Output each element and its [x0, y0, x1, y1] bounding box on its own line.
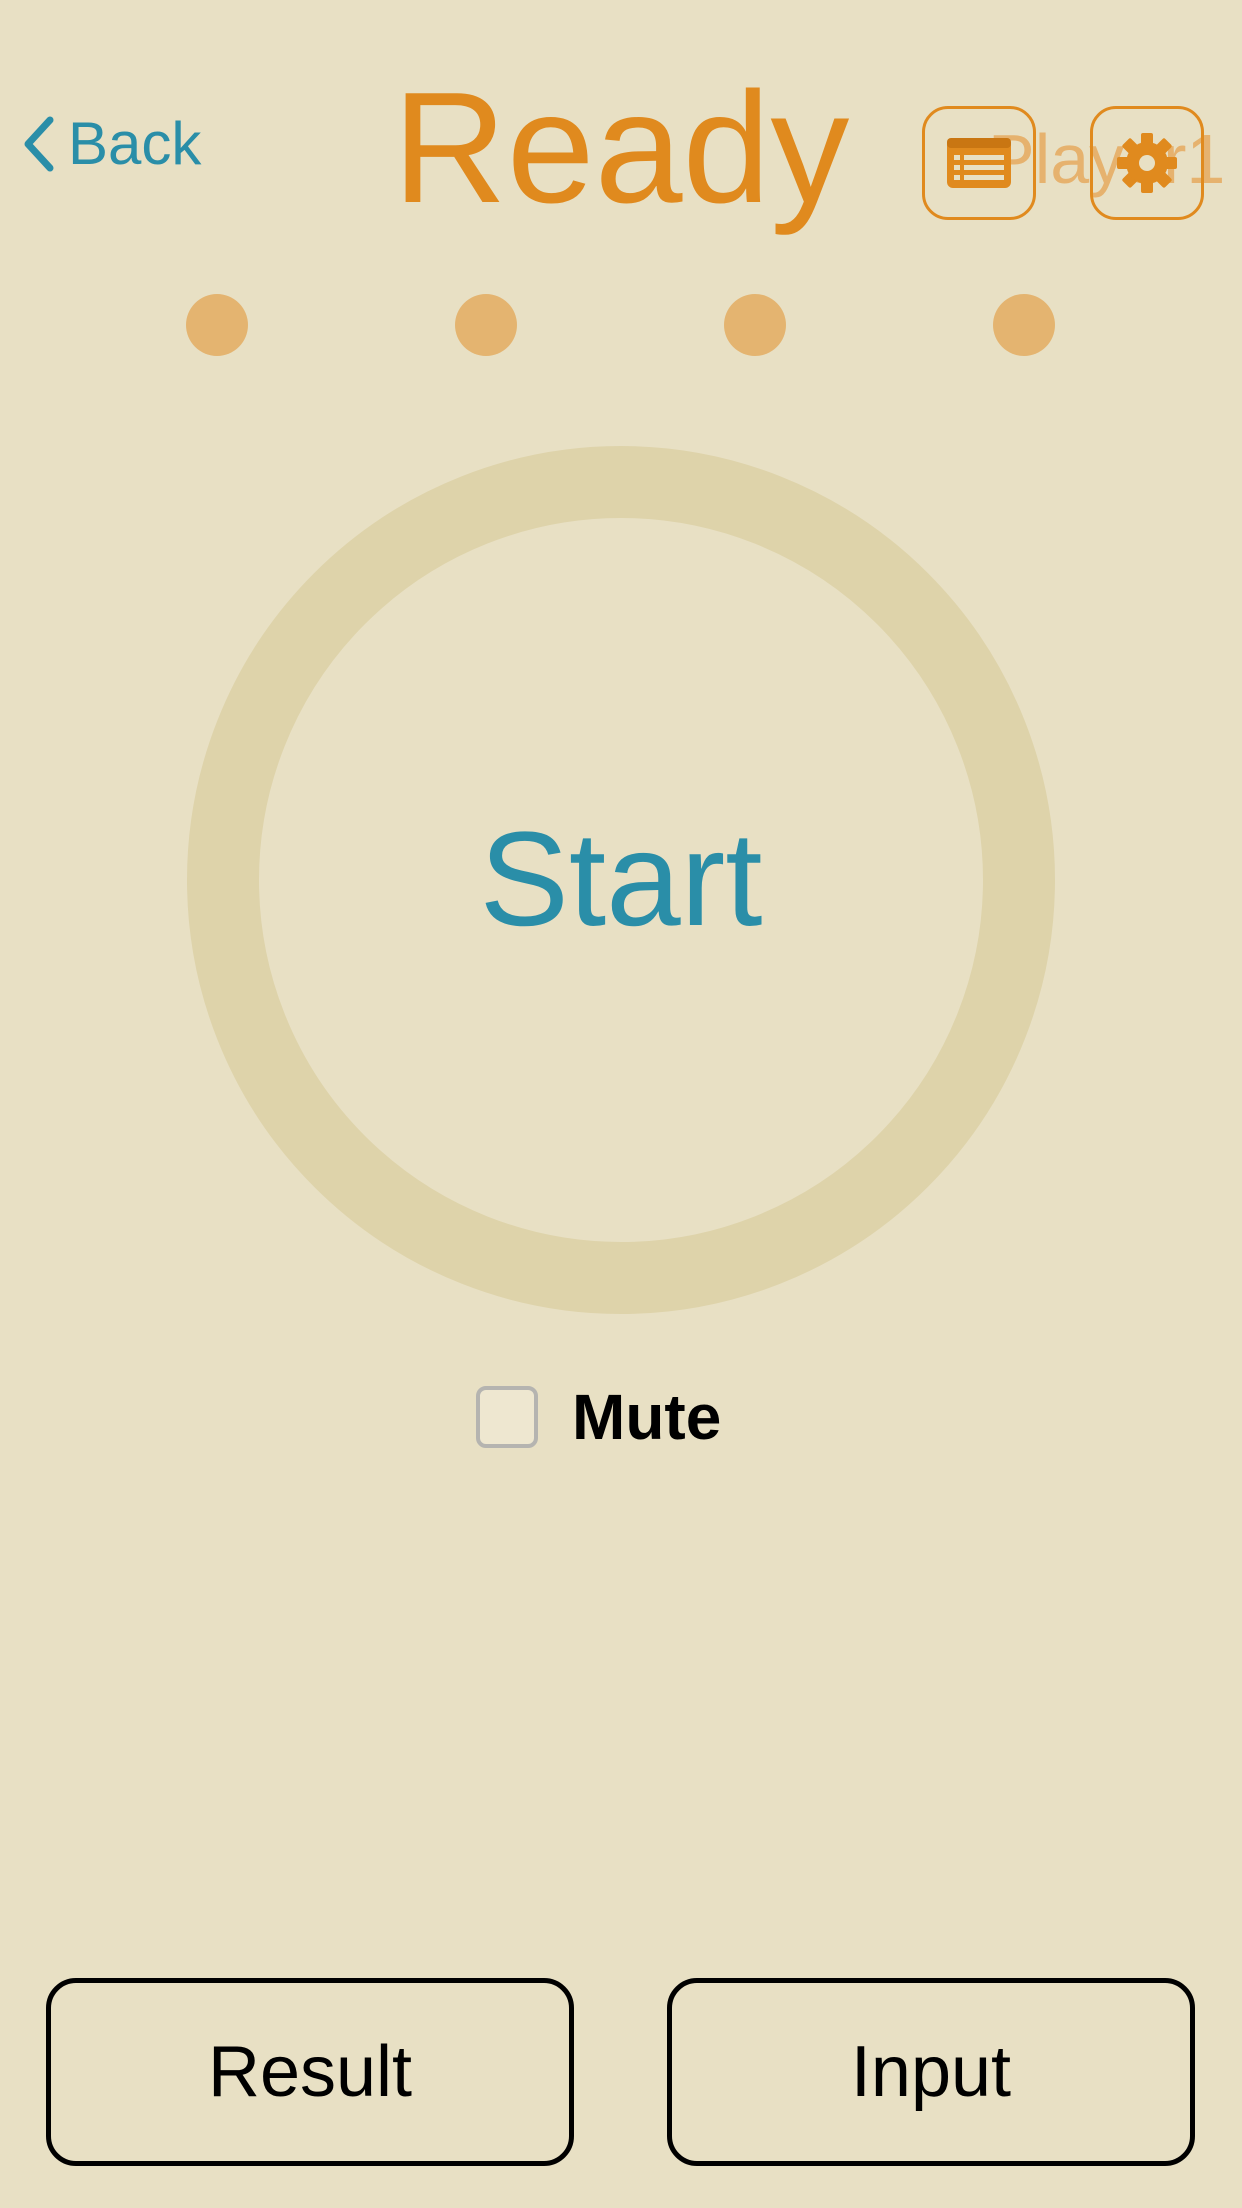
progress-dot [455, 294, 517, 356]
mute-checkbox[interactable] [476, 1386, 538, 1448]
input-button[interactable]: Input [667, 1978, 1195, 2166]
result-button[interactable]: Result [46, 1978, 574, 2166]
ready-screen: Back Ready Player1 Start Mute Result Inp… [0, 0, 1242, 2208]
mute-label: Mute [572, 1381, 722, 1453]
gear-icon [1117, 133, 1177, 193]
progress-dot [724, 294, 786, 356]
settings-button[interactable] [1090, 106, 1204, 220]
progress-dot [993, 294, 1055, 356]
list-icon [947, 138, 1011, 188]
mute-row: Mute [476, 1384, 721, 1450]
progress-dot [186, 294, 248, 356]
start-button[interactable]: Start [187, 446, 1055, 1314]
progress-dots [0, 294, 1242, 356]
start-label: Start [479, 805, 763, 954]
list-button[interactable] [922, 106, 1036, 220]
